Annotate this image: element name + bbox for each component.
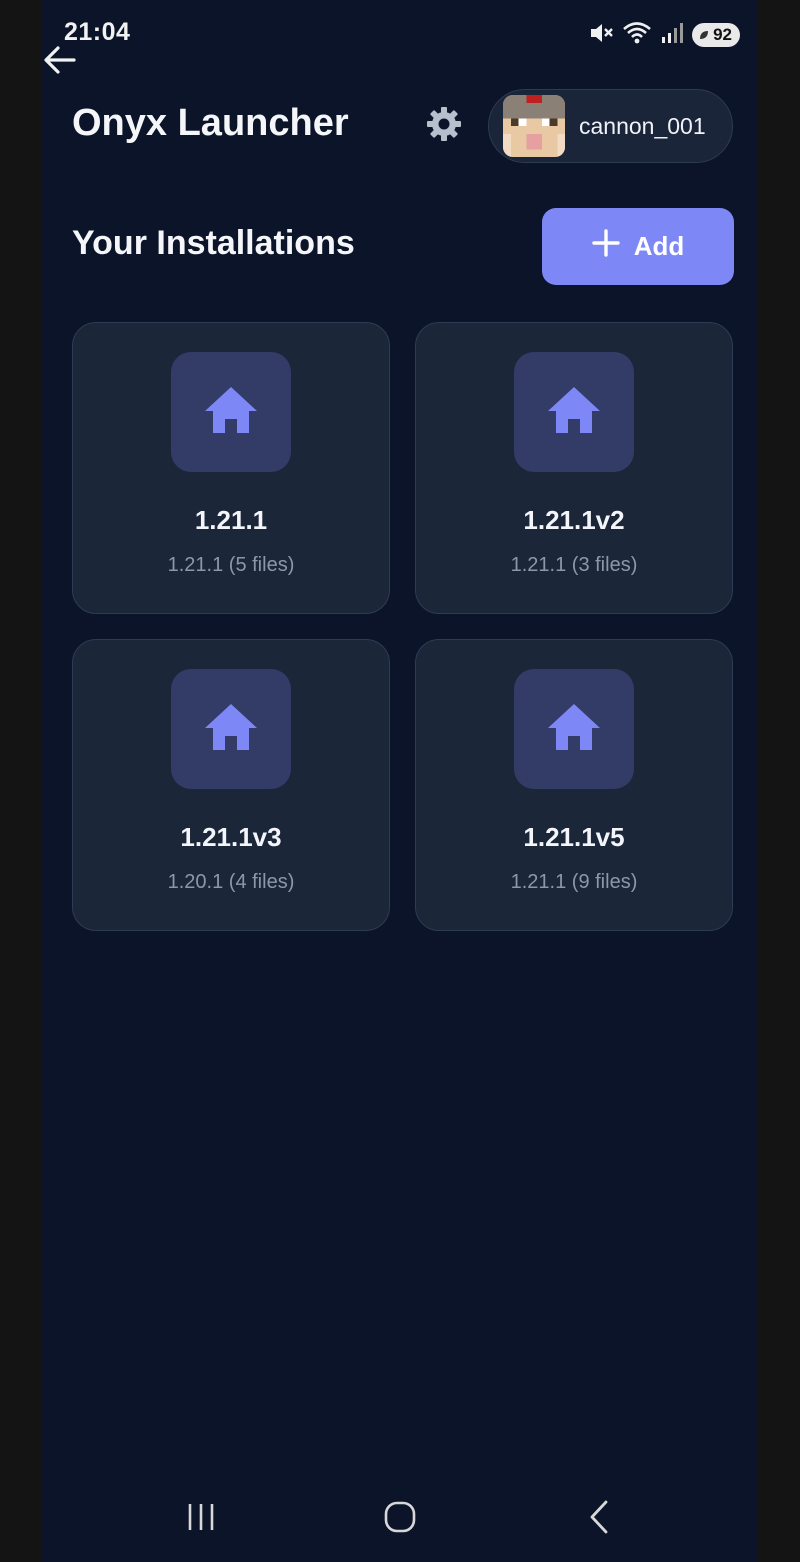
home-icon xyxy=(203,385,259,440)
home-icon xyxy=(203,702,259,757)
installation-icon-tile xyxy=(514,352,634,472)
recent-apps-button[interactable] xyxy=(171,1487,231,1547)
add-installation-button[interactable]: Add xyxy=(542,208,734,285)
app-title: Onyx Launcher xyxy=(72,102,349,144)
username: cannon_001 xyxy=(579,112,706,139)
home-icon xyxy=(546,385,602,440)
installation-card[interactable]: 1.21.1v5 1.21.1 (9 files) xyxy=(415,639,733,931)
installation-detail: 1.21.1 (9 files) xyxy=(510,871,638,893)
installation-detail: 1.20.1 (4 files) xyxy=(167,871,295,893)
installation-icon-tile xyxy=(514,669,634,789)
home-nav-button[interactable] xyxy=(370,1487,430,1547)
plus-icon xyxy=(592,229,620,264)
installation-name: 1.21.1v5 xyxy=(523,822,625,852)
app-screen: 21:04 92 Onyx Launcher cannon_001 Your I… xyxy=(42,0,758,1562)
avatar xyxy=(503,95,565,157)
installation-detail: 1.21.1 (3 files) xyxy=(510,554,638,576)
installation-name: 1.21.1 xyxy=(194,505,268,535)
profile-chip[interactable]: cannon_001 xyxy=(488,89,733,163)
installation-card[interactable]: 1.21.1v3 1.20.1 (4 files) xyxy=(72,639,390,931)
add-button-label: Add xyxy=(633,231,685,261)
section-title: Your Installations xyxy=(72,224,355,262)
installation-icon-tile xyxy=(171,669,291,789)
installation-name: 1.21.1v3 xyxy=(180,822,282,852)
gear-icon xyxy=(424,104,464,149)
installation-card[interactable]: 1.21.1v2 1.21.1 (3 files) xyxy=(415,322,733,614)
installation-icon-tile xyxy=(171,352,291,472)
system-nav-bar xyxy=(42,1472,758,1562)
signal-icon xyxy=(660,21,684,50)
back-nav-button[interactable] xyxy=(569,1487,629,1547)
home-icon xyxy=(546,702,602,757)
installations-grid: 1.21.1 1.21.1 (5 files) 1.21.1v2 1.21.1 … xyxy=(72,322,734,931)
battery-level: 92 xyxy=(713,25,732,44)
installation-detail: 1.21.1 (5 files) xyxy=(167,554,295,576)
status-icons: 92 xyxy=(588,20,740,50)
wifi-icon xyxy=(622,20,652,51)
battery-icon: 92 xyxy=(692,23,740,47)
settings-button[interactable] xyxy=(422,104,466,148)
installation-card[interactable]: 1.21.1 1.21.1 (5 files) xyxy=(72,322,390,614)
mute-icon xyxy=(588,20,614,51)
installation-name: 1.21.1v2 xyxy=(523,505,625,535)
back-arrow-icon[interactable] xyxy=(42,40,80,80)
